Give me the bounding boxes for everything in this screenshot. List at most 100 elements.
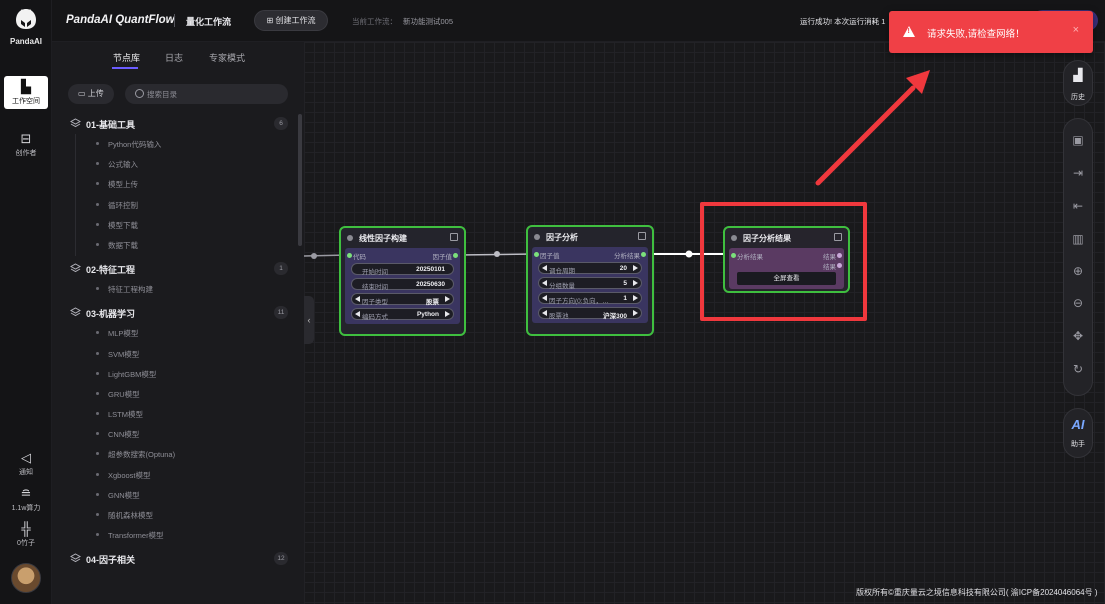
- list-item[interactable]: LSTM模型: [52, 404, 296, 424]
- category-basic-tools[interactable]: 01-基础工具 6: [52, 114, 296, 134]
- group-count-stepper[interactable]: 分组数量 5: [538, 277, 642, 290]
- node-io: 代码 因子值: [345, 250, 460, 261]
- node-title: 因子分析: [546, 233, 578, 242]
- workspace-icon: ▙: [21, 79, 31, 94]
- end-date-field[interactable]: 结束时间 20250630: [351, 278, 454, 291]
- arrow-right-icon: [633, 280, 638, 286]
- list-item[interactable]: 特征工程构建: [52, 279, 296, 299]
- avatar[interactable]: [11, 563, 41, 593]
- list-item[interactable]: 模型上传: [52, 174, 296, 194]
- category-count: 11: [274, 306, 288, 320]
- arrow-left-icon: [542, 280, 547, 286]
- output-port[interactable]: [453, 253, 458, 258]
- output-port[interactable]: [641, 252, 646, 257]
- edit-icon[interactable]: [450, 233, 458, 241]
- logo-text: PandaAI: [10, 37, 43, 46]
- rail-workspace-label: 工作空间: [12, 98, 40, 105]
- save-icon[interactable]: ▣: [1064, 133, 1092, 147]
- list-item[interactable]: 数据下载: [52, 235, 296, 255]
- category-label: 01-基础工具: [86, 120, 136, 130]
- list-item[interactable]: Transformer模型: [52, 525, 296, 545]
- list-item[interactable]: 模型下载: [52, 215, 296, 235]
- category-label: 03-机器学习: [86, 309, 136, 320]
- encoding-select[interactable]: 编码方式 Python: [351, 308, 454, 321]
- category-factor[interactable]: 04-因子相关 12: [52, 549, 296, 569]
- rail-notify[interactable]: ◁ 通知: [4, 451, 48, 477]
- refresh-icon[interactable]: ↻: [1064, 362, 1092, 376]
- start-date-field[interactable]: 开始时间 20250101: [351, 263, 454, 276]
- export-icon[interactable]: ⇥: [1064, 166, 1092, 180]
- current-workflow: 当前工作流： 新功能测试005: [352, 16, 453, 27]
- rail-creator[interactable]: ⊟ 创作者: [4, 132, 48, 158]
- stock-pool-select[interactable]: 股票池 沪深300: [538, 307, 642, 320]
- factor-type-select[interactable]: 因子类型 股票: [351, 293, 454, 306]
- node-factor-analysis[interactable]: 因子分析 因子值 分析结果 调仓周期 20 分组数量 5 因子方向(0:负向，… 1 …: [526, 225, 654, 336]
- rail-coins[interactable]: ╬ 0竹子: [4, 522, 48, 548]
- search-input[interactable]: [125, 84, 288, 104]
- category-label: 02-特征工程: [86, 265, 136, 276]
- tab-log[interactable]: 日志: [165, 51, 183, 64]
- rail-coins-label: 0竹子: [17, 540, 35, 547]
- node-linear-factor-build[interactable]: 线性因子构建 代码 因子值 开始时间 20250101 结束时间 20250630 …: [339, 226, 466, 336]
- tab-node-library[interactable]: 节点库: [113, 51, 140, 64]
- database-icon: ≘: [20, 486, 32, 501]
- rail-compute[interactable]: ≘ 1.1w算力: [4, 487, 48, 513]
- factor-direction-stepper[interactable]: 因子方向(0:负向，… 1: [538, 292, 642, 305]
- arrow-left-icon: [542, 310, 547, 316]
- list-item[interactable]: Python代码输入: [52, 134, 296, 154]
- layers-icon: [70, 263, 81, 273]
- list-item[interactable]: CNN模型: [52, 424, 296, 444]
- ai-icon: AI: [1071, 417, 1085, 432]
- trash-icon[interactable]: ▥: [1064, 232, 1092, 246]
- zoom-out-icon[interactable]: ⊖: [1064, 296, 1092, 310]
- logo[interactable]: PandaAI: [10, 8, 42, 46]
- node-header[interactable]: 线性因子构建: [341, 228, 464, 248]
- panel-tabs: 节点库 日志 专家模式: [52, 42, 304, 72]
- upload-button[interactable]: ▭ 上传: [68, 84, 114, 104]
- list-item[interactable]: LightGBM模型: [52, 364, 296, 384]
- close-icon[interactable]: ×: [1073, 24, 1079, 36]
- list-item[interactable]: MLP模型: [52, 323, 296, 343]
- input-port[interactable]: [347, 253, 352, 258]
- zoom-in-icon[interactable]: ⊕: [1064, 264, 1092, 278]
- output-label: 因子值: [432, 254, 453, 261]
- edit-icon[interactable]: [638, 232, 646, 240]
- creator-icon: ⊟: [20, 131, 32, 146]
- brand-title: PandaAI QuantFlow: [66, 14, 175, 26]
- category-count: 1: [274, 262, 288, 276]
- current-workflow-name: 新功能测试005: [403, 17, 454, 26]
- rail-workspace[interactable]: ▙ 工作空间: [4, 76, 48, 109]
- input-port[interactable]: [534, 252, 539, 257]
- plus-square-icon: ⊞: [266, 16, 274, 25]
- ai-assistant-button[interactable]: AI 助手: [1063, 408, 1093, 458]
- category-label: 04-因子相关: [86, 555, 136, 566]
- collapse-panel-button[interactable]: ‹: [304, 296, 314, 344]
- app-root: PandaAI ▙ 工作空间 ⊟ 创作者 ◁ 通知 ≘ 1.1w算力 ╬ 0竹子…: [0, 0, 1105, 604]
- highlight-box: [700, 202, 867, 321]
- list-item[interactable]: 循环控制: [52, 195, 296, 215]
- node-body: 代码 因子值 开始时间 20250101 结束时间 20250630 因子类型 股票 …: [345, 248, 460, 324]
- list-item[interactable]: GRU模型: [52, 384, 296, 404]
- create-workflow-button[interactable]: ⊞ 创建工作流: [254, 10, 328, 31]
- run-status: 运行成功! 本次运行消耗 1: [800, 17, 886, 26]
- move-icon[interactable]: ✥: [1064, 329, 1092, 343]
- list-item[interactable]: GNN模型: [52, 485, 296, 505]
- tab-expert-mode[interactable]: 专家模式: [209, 51, 245, 64]
- rebalance-period-stepper[interactable]: 调仓周期 20: [538, 262, 642, 275]
- node-tree: 01-基础工具 6 Python代码输入 公式输入 模型上传 循环控制 模型下载…: [52, 114, 296, 569]
- import-icon[interactable]: ⇤: [1064, 199, 1092, 213]
- list-item[interactable]: Xgboost模型: [52, 465, 296, 485]
- list-item[interactable]: 超参数搜索(Optuna): [52, 444, 296, 464]
- list-item[interactable]: 公式输入: [52, 154, 296, 174]
- list-item[interactable]: SVM模型: [52, 344, 296, 364]
- history-label: 历史: [1071, 94, 1085, 101]
- bar-chart-icon: ▟: [1073, 68, 1083, 82]
- history-tool[interactable]: ▟ 历史: [1063, 60, 1093, 106]
- node-library-panel: 节点库 日志 专家模式 ▭ 上传 01-基础工具 6 Python代码输入 公式…: [52, 42, 304, 604]
- toast-message: 请求失败,请检查网络！: [927, 29, 1025, 40]
- node-header[interactable]: 因子分析: [528, 227, 652, 247]
- panel-scrollbar[interactable]: [298, 114, 302, 246]
- category-feature-engineering[interactable]: 02-特征工程 1: [52, 259, 296, 279]
- category-machine-learning[interactable]: 03-机器学习 11: [52, 303, 296, 323]
- list-item[interactable]: 随机森林模型: [52, 505, 296, 525]
